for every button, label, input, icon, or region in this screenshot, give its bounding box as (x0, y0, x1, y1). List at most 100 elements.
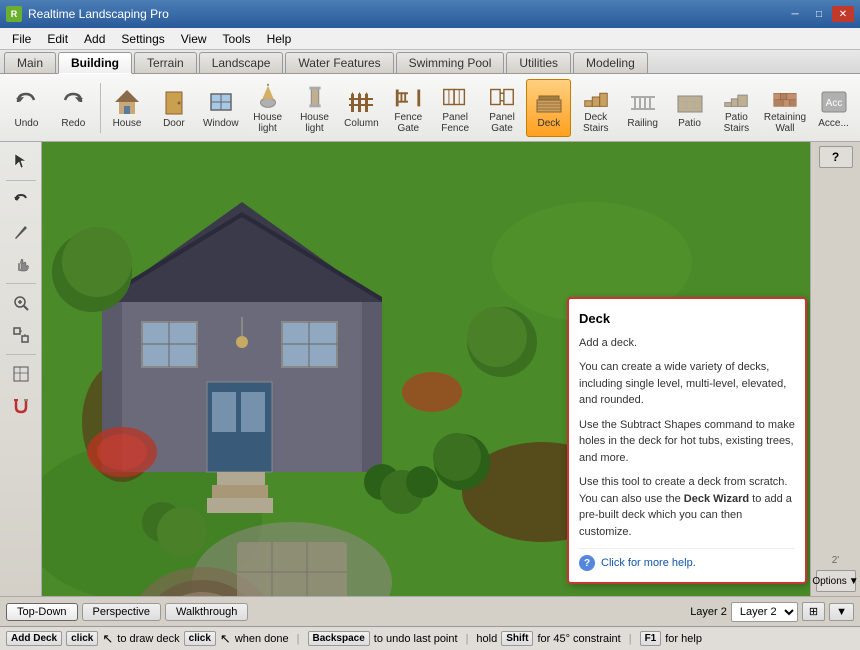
click-key-1: click (66, 631, 98, 646)
chevron-down-icon: ▼ (849, 576, 859, 587)
menu-settings[interactable]: Settings (113, 30, 172, 48)
patio-button[interactable]: Patio (667, 79, 712, 137)
redo-button[interactable]: Redo (51, 79, 96, 137)
pan-tool-button[interactable] (4, 249, 38, 279)
minimize-button[interactable]: ─ (784, 6, 806, 22)
window-button[interactable]: Window (198, 79, 243, 137)
cursor-icon-1: ↖ (102, 631, 113, 647)
menu-add[interactable]: Add (76, 30, 113, 48)
fence-gate-icon (392, 82, 424, 112)
canvas-area[interactable]: Deck Add a deck. You can create a wide v… (42, 142, 810, 596)
close-button[interactable]: ✕ (832, 6, 854, 22)
window-controls: ─ □ ✕ (784, 6, 854, 22)
retaining-wall-button[interactable]: Retaining Wall (761, 79, 809, 137)
house-button[interactable]: House (105, 79, 150, 137)
fence-gate-button[interactable]: Fence Gate (386, 79, 431, 137)
door-button[interactable]: Door (151, 79, 196, 137)
deck-stairs-button[interactable]: Deck Stairs (573, 79, 618, 137)
tab-main[interactable]: Main (4, 52, 56, 73)
tab-utilities[interactable]: Utilities (506, 52, 571, 73)
options-dropdown-button[interactable]: Options ▼ (816, 570, 856, 592)
tabbar: Main Building Terrain Landscape Water Fe… (0, 50, 860, 74)
panel-gate-button[interactable]: Panel Gate (480, 79, 525, 137)
tab-swimming-pool[interactable]: Swimming Pool (396, 52, 505, 73)
magnet-icon (12, 397, 30, 415)
edit-tool-button[interactable] (4, 217, 38, 247)
pencil-icon (12, 223, 30, 241)
popup-para2: Use the Subtract Shapes command to make … (579, 417, 795, 467)
hold-text: hold (476, 633, 497, 645)
railing-icon (627, 86, 659, 118)
patio-stairs-button[interactable]: Patio Stairs (714, 79, 759, 137)
menu-file[interactable]: File (4, 30, 39, 48)
door-icon (158, 86, 190, 118)
scene-viewport[interactable]: Deck Add a deck. You can create a wide v… (42, 142, 810, 596)
done-text: when done (235, 633, 289, 645)
help-button[interactable]: ? (819, 146, 853, 168)
panel-fence-icon (439, 82, 471, 112)
deck-tooltip: Deck Add a deck. You can create a wide v… (567, 297, 807, 584)
select-tool-button[interactable] (4, 146, 38, 176)
main-area: Deck Add a deck. You can create a wide v… (0, 142, 860, 596)
app-icon: R (6, 6, 22, 22)
fence-button[interactable]: Column (339, 79, 384, 137)
top-down-button[interactable]: Top-Down (6, 603, 78, 621)
magnet-button[interactable] (4, 391, 38, 421)
fit-view-button[interactable] (4, 320, 38, 350)
layer-options-button[interactable]: ⊞ (802, 602, 825, 621)
popup-para3: Use this tool to create a deck from scra… (579, 474, 795, 540)
accessories-button[interactable]: Acc Acce... (811, 79, 856, 137)
layer-select[interactable]: Layer 2 Layer 1 Layer 3 (731, 602, 798, 622)
titlebar: R Realtime Landscaping Pro ─ □ ✕ (0, 0, 860, 28)
popup-help-link[interactable]: ? Click for more help. (579, 548, 795, 572)
layer-icon: ⊞ (809, 606, 818, 618)
patio-icon (674, 86, 706, 118)
rotate-icon (12, 191, 30, 209)
app-title: Realtime Landscaping Pro (28, 7, 169, 21)
deck-icon (533, 86, 565, 118)
tab-building[interactable]: Building (58, 52, 132, 74)
house-light-icon (252, 82, 284, 112)
grid-button[interactable] (4, 359, 38, 389)
panel-fence-button[interactable]: Panel Fence (433, 79, 478, 137)
tab-landscape[interactable]: Landscape (199, 52, 284, 73)
constraint-text: for 45° constraint (537, 633, 620, 645)
deck-button[interactable]: Deck (526, 79, 571, 137)
perspective-button[interactable]: Perspective (82, 603, 161, 621)
maximize-button[interactable]: □ (808, 6, 830, 22)
right-panel: ? 2' Options ▼ (810, 142, 860, 596)
help-text: for help (665, 633, 702, 645)
house-icon (111, 86, 143, 118)
layer-dropdown-button[interactable]: ▼ (829, 603, 854, 621)
menubar: File Edit Add Settings View Tools Help (0, 28, 860, 50)
walkthrough-button[interactable]: Walkthrough (165, 603, 248, 621)
menu-tools[interactable]: Tools (215, 30, 259, 48)
popup-subtitle: Add a deck. (579, 335, 795, 352)
fence-icon (345, 86, 377, 118)
zoom-tool-button[interactable] (4, 288, 38, 318)
railing-button[interactable]: Railing (620, 79, 665, 137)
tab-water-features[interactable]: Water Features (285, 52, 393, 73)
menu-help[interactable]: Help (259, 30, 300, 48)
view-nav: Top-Down Perspective Walkthrough Layer 2… (0, 596, 860, 626)
tab-modeling[interactable]: Modeling (573, 52, 648, 73)
menu-view[interactable]: View (173, 30, 215, 48)
menu-edit[interactable]: Edit (39, 30, 76, 48)
cursor-icon-2: ↖ (220, 631, 231, 647)
cursor-icon (12, 152, 30, 170)
click-key-2: click (184, 631, 216, 646)
magnifier-icon (12, 294, 30, 312)
house-light-button[interactable]: House light (245, 79, 290, 137)
statusbar: Add Deck click ↖ to draw deck click ↖ wh… (0, 626, 860, 650)
column-button[interactable]: House light (292, 79, 337, 137)
undo-button[interactable]: Undo (4, 79, 49, 137)
left-toolbar (0, 142, 42, 596)
popup-help-text: Click for more help. (601, 555, 696, 572)
accessories-icon: Acc (818, 86, 850, 118)
rotate-tool-button[interactable] (4, 185, 38, 215)
redo-icon (57, 86, 89, 118)
grid-size-label: 2' (832, 555, 839, 566)
tab-terrain[interactable]: Terrain (134, 52, 197, 73)
popup-para1: You can create a wide variety of decks, … (579, 359, 795, 409)
building-toolbar: Undo Redo House Door Window (0, 74, 860, 142)
